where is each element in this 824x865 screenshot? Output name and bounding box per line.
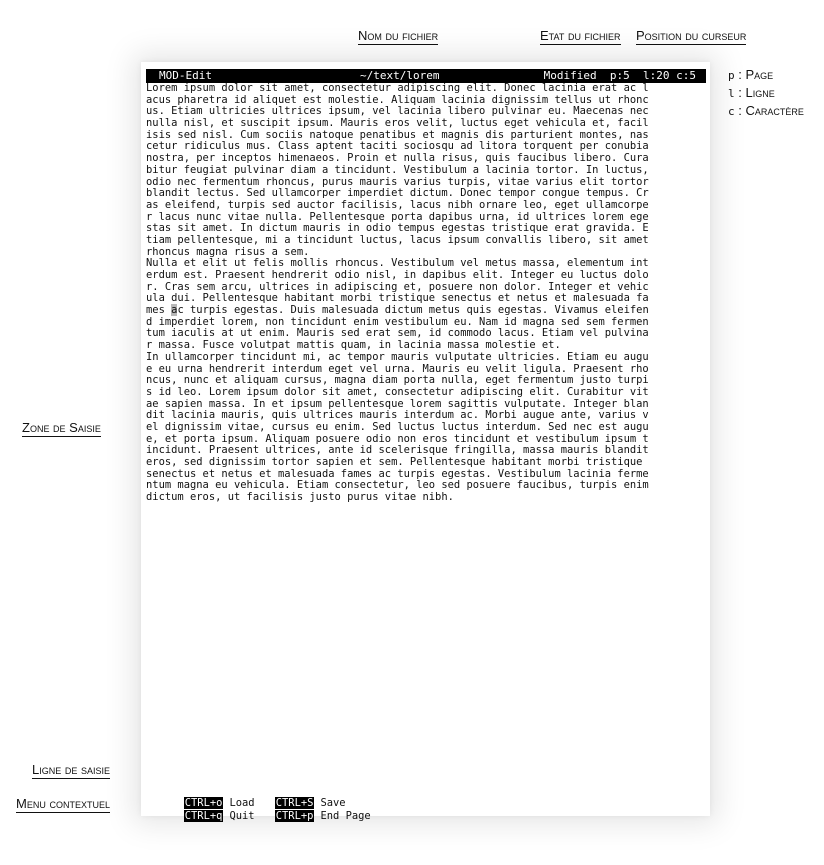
editor-line: as eleifend, turpis sed auctor facilisis… bbox=[146, 198, 649, 211]
file-state-and-cursor: Modified p:5 l:20 c:5 bbox=[543, 69, 696, 82]
menu-label: End Page bbox=[320, 810, 371, 822]
legend-label: Page bbox=[745, 67, 774, 82]
legend-row-char: c : Caractère bbox=[728, 103, 804, 118]
editor-line: erdum est. Praesent hendrerit odio nisl,… bbox=[146, 269, 649, 281]
editor-line: nulla nisl, et suscipit ipsum. Mauris er… bbox=[146, 117, 649, 130]
status-bar: MOD-Edit ~/text/lorem Modified p:5 l:20 … bbox=[146, 69, 706, 83]
annotation-context-menu: Menu contextuel bbox=[16, 796, 110, 813]
legend-key: c bbox=[728, 105, 735, 118]
app-name: MOD-Edit bbox=[159, 69, 212, 82]
annotation-cursor-position: Position du curseur bbox=[636, 28, 747, 45]
shortcut-key: CTRL+p bbox=[274, 810, 315, 822]
annotation-file-state: Etat du fichier bbox=[540, 28, 621, 45]
annotation-filename: Nom du fichier bbox=[358, 28, 439, 45]
editor-line: dictum eros, ut facilisis justo purus vi… bbox=[146, 491, 454, 504]
annotation-input-zone: Zone de Saisie bbox=[22, 420, 101, 437]
file-path: ~/text/lorem bbox=[360, 69, 440, 82]
annotation-input-line: Ligne de saisie bbox=[32, 762, 110, 779]
editor-window: MOD-Edit ~/text/lorem Modified p:5 l:20 … bbox=[141, 62, 710, 822]
context-menu: CTRL+o Load CTRL+S Save CTRL+q Quit CTRL+p E… bbox=[146, 784, 371, 862]
line-text: c turpis egestas. Duis malesuada dictum … bbox=[177, 304, 649, 317]
legend-key: p bbox=[728, 69, 735, 82]
editor-line: In ullamcorper tincidunt mi, ac tempor m… bbox=[146, 350, 649, 363]
editor-line: eros, sed dignissim tortor sapien et sem… bbox=[146, 456, 643, 468]
legend-label: Ligne bbox=[745, 85, 775, 100]
legend-row-line: l : Ligne bbox=[728, 85, 775, 100]
legend-key: l bbox=[728, 87, 735, 100]
legend-label: Caractère bbox=[745, 103, 804, 118]
text-input-area[interactable]: Lorem ipsum dolor sit amet, consectetur … bbox=[146, 82, 710, 504]
legend-row-page: p : Page bbox=[728, 67, 774, 82]
editor-line: mes ac turpis egestas. Duis malesuada di… bbox=[146, 304, 710, 317]
editor-line: s id leo. Lorem ipsum dolor sit amet, co… bbox=[146, 385, 649, 398]
cursor-legend: p : Page l : Ligne c : Caractère bbox=[728, 66, 804, 120]
line-text: mes bbox=[146, 304, 172, 317]
editor-line: bitur feugiat pulvinar diam a tincidunt.… bbox=[146, 163, 649, 176]
shortcut-key: CTRL+q bbox=[183, 810, 224, 822]
editor-line: el dignissim vitae, cursus eu enim. Sed … bbox=[146, 420, 649, 433]
editor-line: tiam pellentesque, mi a tincidunt luctus… bbox=[146, 233, 649, 246]
editor-line: Lorem ipsum dolor sit amet, consectetur … bbox=[146, 82, 649, 94]
menu-item-end-page[interactable]: CTRL+p End Page bbox=[237, 797, 371, 836]
